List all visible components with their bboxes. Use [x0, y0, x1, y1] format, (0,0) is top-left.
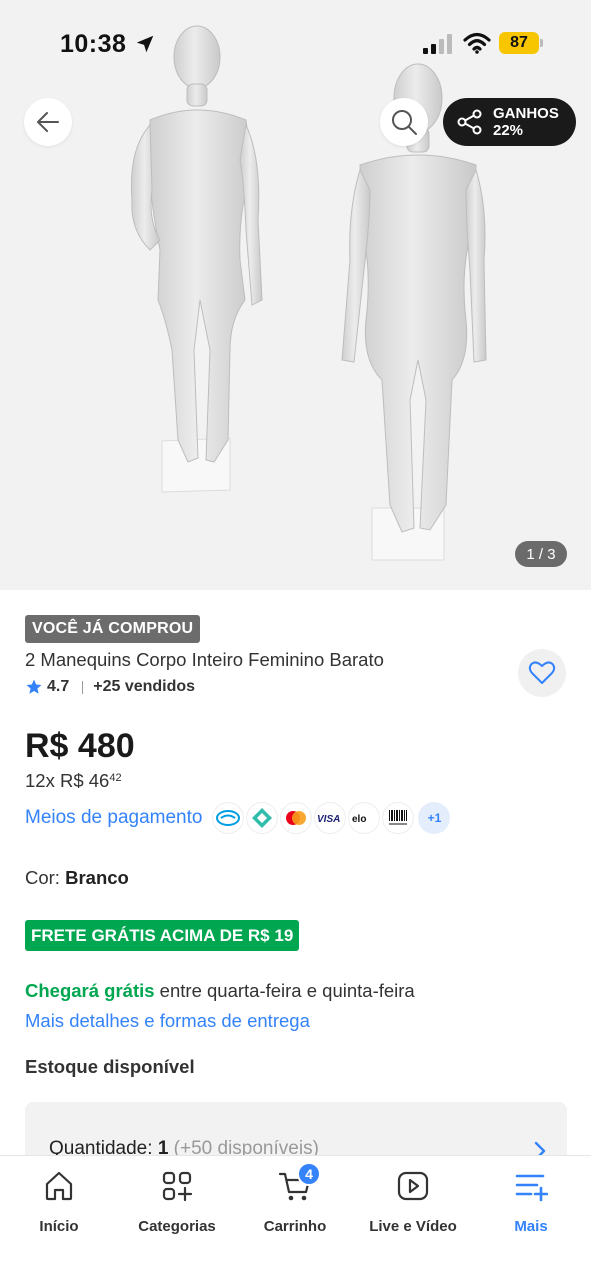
product-price: R$ 480 [25, 727, 135, 765]
mercado-pago-icon [212, 802, 245, 834]
nav-label-cart: Carrinho [263, 1218, 327, 1235]
battery-indicator: 87 [499, 32, 543, 54]
earnings-text: GANHOS 22% [493, 105, 559, 139]
star-icon [26, 679, 42, 694]
stock-status: Estoque disponível [25, 1056, 195, 1077]
menu-icon [513, 1168, 549, 1204]
already-bought-badge: VOCÊ JÁ COMPROU [25, 615, 201, 643]
gallery-counter: 1 / 3 [515, 541, 567, 567]
delivery-dates: entre quarta-feira e quinta-feira [154, 980, 415, 1001]
arrow-left-icon [37, 112, 59, 132]
earnings-share-button[interactable]: GANHOS 22% [443, 98, 576, 146]
nav-label-live-video: Live e Vídeo [369, 1218, 457, 1235]
earnings-label: GANHOS [493, 105, 559, 122]
back-button[interactable] [24, 98, 72, 146]
nav-label-more: Mais [514, 1218, 548, 1235]
delivery-details-link[interactable]: Mais detalhes e formas de entrega [25, 1010, 310, 1032]
payment-methods-link[interactable]: Meios de pagamento [25, 807, 202, 829]
free-shipping-badge: FRETE GRÁTIS ACIMA DE R$ 19 [25, 920, 300, 951]
product-image[interactable] [0, 0, 591, 590]
status-bar: 10:38 87 [0, 0, 591, 88]
rating-row[interactable]: 4.7 +25 vendidos [25, 678, 195, 696]
boleto-icon [382, 802, 415, 834]
nav-item-cart[interactable]: 4 Carrinho [236, 1162, 354, 1235]
color-label: Cor: [25, 867, 60, 888]
home-icon [41, 1168, 77, 1204]
categories-icon [159, 1168, 195, 1204]
nav-item-categories[interactable]: Categorias [118, 1168, 236, 1235]
delivery-free-label: Chegará grátis [25, 980, 155, 1001]
product-gallery[interactable]: 10:38 87 GANHOS 22% 1 / 3 [0, 0, 591, 590]
status-time: 10:38 [60, 30, 127, 58]
svg-text:elo: elo [352, 814, 366, 824]
pix-icon [246, 802, 279, 834]
location-arrow-icon [136, 35, 154, 53]
installments-amount: 12x R$ 46 [25, 770, 110, 791]
play-icon [395, 1168, 431, 1204]
nav-item-more[interactable]: Mais [472, 1168, 590, 1235]
nav-item-live-video[interactable]: Live e Vídeo [354, 1168, 472, 1235]
cart-icon: 4 [277, 1162, 321, 1204]
delivery-estimate: Chegará grátis entre quarta-feira e quin… [25, 980, 415, 1002]
nav-label-home: Início [39, 1218, 79, 1235]
installments-cents: 42 [109, 772, 122, 784]
product-title: 2 Manequins Corpo Inteiro Feminino Barat… [25, 649, 384, 670]
visa-icon: VISA [314, 802, 347, 834]
more-payment-methods[interactable]: +1 [418, 802, 451, 834]
wifi-icon [463, 32, 491, 54]
nav-item-home[interactable]: Início [0, 1168, 118, 1235]
earnings-percent: 22% [493, 122, 524, 139]
battery-level: 87 [499, 32, 539, 54]
search-button[interactable] [380, 98, 428, 146]
bottom-navigation: Início Categorias 4 Carrinho Live e Víde… [0, 1155, 591, 1280]
battery-tip [540, 39, 543, 47]
color-value: Branco [65, 867, 129, 888]
share-icon [457, 109, 482, 135]
nav-label-categories: Categorias [138, 1218, 216, 1235]
color-selector[interactable]: Cor: Branco [25, 867, 129, 889]
installments: 12x R$ 4642 [25, 770, 122, 792]
cart-count-badge: 4 [297, 1162, 321, 1186]
elo-icon: elo [348, 802, 381, 834]
search-icon [392, 110, 417, 135]
mastercard-icon [280, 802, 313, 834]
rating-value: 4.7 [47, 678, 70, 695]
sold-count: +25 vendidos [93, 678, 196, 695]
svg-text:VISA: VISA [317, 814, 340, 824]
cellular-signal-icon [423, 34, 452, 54]
heart-icon [528, 661, 556, 684]
rating-separator [82, 680, 84, 694]
favorite-button[interactable] [518, 649, 566, 697]
payment-methods-row[interactable]: Meios de pagamento VISA elo +1 [25, 802, 451, 834]
